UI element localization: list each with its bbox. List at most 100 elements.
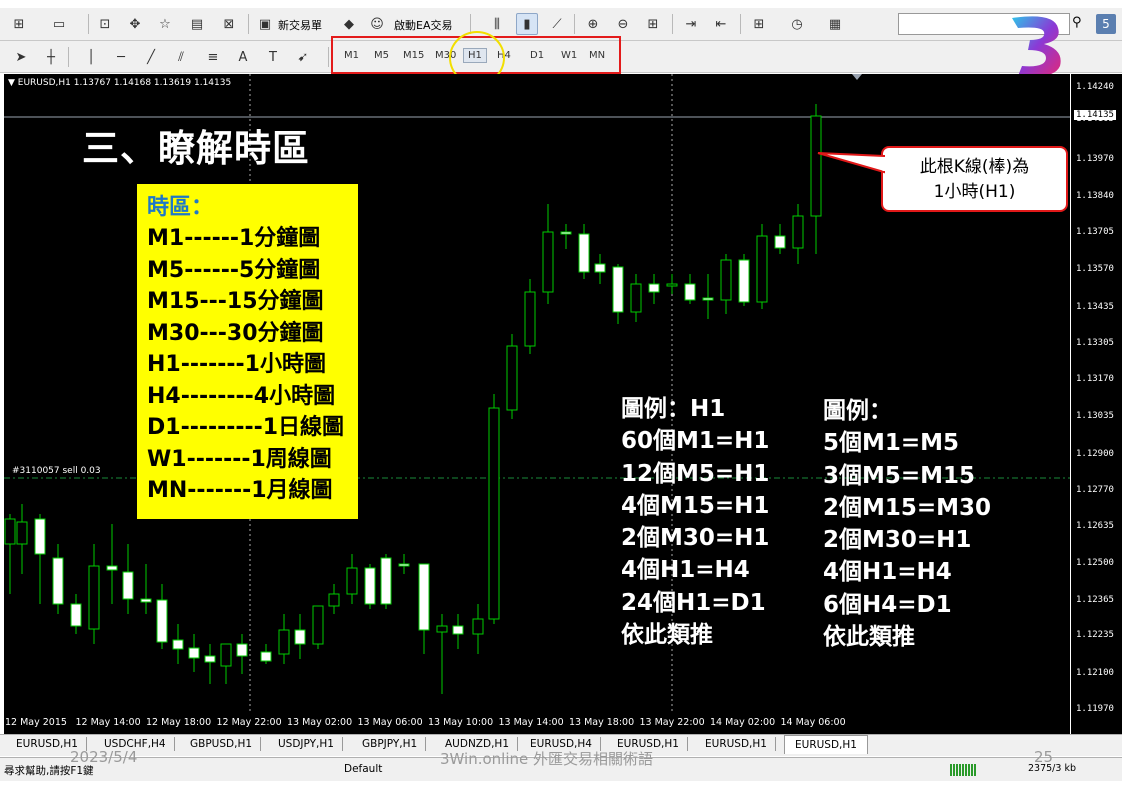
connection-bars-icon	[950, 764, 976, 776]
chart-tab[interactable]: EURUSD,H1	[784, 735, 868, 754]
text-tool[interactable]: A	[232, 46, 254, 68]
bar-chart-icon[interactable]: ⫼	[486, 13, 508, 35]
candle-body	[346, 567, 358, 595]
price-tick: 1.13435	[1076, 302, 1114, 312]
callout-line: 1小時(H1)	[933, 182, 1016, 202]
candle-body	[472, 618, 484, 635]
auto-scroll-icon[interactable]: ⇥	[680, 13, 702, 35]
price-tick: 1.12100	[1076, 668, 1114, 678]
candle-body	[328, 593, 340, 607]
trendline-icon[interactable]: ╱	[140, 46, 162, 68]
toolbar-divider	[740, 14, 741, 34]
timezone-heading: 時區：	[147, 195, 214, 220]
equidistant-channel-icon[interactable]: ⫽	[170, 46, 192, 68]
price-tick: 1.13570	[1076, 264, 1114, 274]
profiles-icon[interactable]: ▭	[48, 13, 70, 35]
candle-body	[156, 599, 168, 643]
candle-body	[70, 603, 82, 627]
horizontal-line-icon[interactable]: ─	[110, 46, 132, 68]
chart-tab[interactable]: USDJPY,H1	[270, 737, 343, 751]
price-tick: 1.13970	[1076, 154, 1114, 164]
cursor-icon[interactable]: ➤	[10, 46, 32, 68]
legend-line: 4個H1=H4	[823, 559, 952, 586]
legend-line: 24個H1=D1	[621, 589, 766, 616]
price-tick: 1.13035	[1076, 411, 1114, 421]
toolbar-divider	[328, 47, 329, 67]
time-tick: 14 May 02:00	[710, 717, 776, 728]
zoom-out-icon[interactable]: ⊖	[612, 13, 634, 35]
timezone-line: MN-------1月線圖	[147, 478, 333, 503]
text-label-icon[interactable]: T	[262, 46, 284, 68]
price-tick: 1.14240	[1076, 82, 1114, 92]
candle-body	[524, 291, 536, 347]
chart-tab[interactable]: GBPJPY,H1	[354, 737, 427, 751]
crosshair-icon[interactable]: ┼	[40, 46, 62, 68]
candle-body	[738, 259, 750, 303]
profile-name: Default	[344, 763, 383, 775]
price-tick: 1.11970	[1076, 704, 1114, 714]
candle-body	[594, 263, 606, 273]
terminal-icon[interactable]: ▤	[186, 13, 208, 35]
time-axis: 12 May 2015 12 May 14:00 12 May 18:00 12 Ma…	[4, 714, 1070, 734]
time-tick: 13 May 10:00	[428, 717, 494, 728]
legend-line: 依此類推	[823, 624, 915, 651]
chart-tab[interactable]: GBPUSD,H1	[182, 737, 262, 751]
brand-logo	[1012, 16, 1061, 77]
candle-body	[122, 571, 134, 600]
help-button[interactable]: 5	[1096, 14, 1116, 34]
candle-body	[488, 407, 500, 620]
templates-icon[interactable]: ▦	[824, 13, 846, 35]
time-tick: 12 May 22:00	[216, 717, 282, 728]
price-tick: 1.12235	[1076, 630, 1114, 640]
line-chart-icon[interactable]: ⟋	[546, 13, 568, 35]
candle-body	[720, 259, 732, 301]
new-chart-icon[interactable]: ⊞	[8, 13, 30, 35]
candle-body	[52, 557, 64, 605]
candle-body	[220, 643, 232, 667]
indicators-icon[interactable]: ⊞	[748, 13, 770, 35]
candlestick-icon[interactable]: ▮	[516, 13, 538, 35]
candle-body	[542, 231, 554, 293]
new-order-button[interactable]: 新交易單	[278, 17, 322, 33]
ea-icon[interactable]: ☺	[366, 13, 388, 35]
toolbar-divider	[672, 14, 673, 34]
tester-icon[interactable]: ⊠	[218, 13, 240, 35]
metaeditor-icon[interactable]: ◆	[338, 13, 360, 35]
search-icon[interactable]: ⚲	[1072, 15, 1082, 30]
legend-line: 依此類推	[621, 622, 713, 649]
favorites-icon[interactable]: ☆	[154, 13, 176, 35]
candle-body	[560, 231, 572, 235]
candle-body	[34, 518, 46, 555]
fibonacci-icon[interactable]: ≡	[202, 46, 224, 68]
arrows-icon[interactable]: ➹	[292, 46, 314, 68]
candle-body	[172, 639, 184, 650]
callout-line: 此根K線(棒)為	[919, 157, 1030, 177]
zoom-in-icon[interactable]: ⊕	[582, 13, 604, 35]
periods-icon[interactable]: ◷	[786, 13, 808, 35]
toolbar-divider	[574, 14, 575, 34]
vertical-line-icon[interactable]: │	[80, 46, 102, 68]
legend-line: 4個H1=H4	[621, 557, 750, 584]
price-tick: 1.13705	[1076, 227, 1114, 237]
toolbar-divider	[88, 14, 89, 34]
chart-shift-icon[interactable]: ⇤	[710, 13, 732, 35]
navigator-icon[interactable]: ✥	[124, 13, 146, 35]
candle-callout: 此根K線(棒)為 1小時(H1)	[881, 146, 1068, 212]
price-tick: 1.13305	[1076, 338, 1114, 348]
time-tick: 12 May 2015	[5, 717, 67, 728]
candle-body	[452, 625, 464, 635]
market-watch-icon[interactable]: ⊡	[94, 13, 116, 35]
candle-body	[188, 647, 200, 659]
chart-shift-marker	[852, 74, 862, 80]
candle-body	[756, 235, 768, 303]
candle-body	[260, 651, 272, 662]
candle-body	[278, 629, 290, 655]
ea-trading-button[interactable]: 啟動EA交易	[394, 17, 452, 33]
tile-windows-icon[interactable]: ⊞	[642, 13, 664, 35]
candle-body	[774, 235, 786, 249]
new-order-icon[interactable]: ▣	[254, 13, 276, 35]
chart-tab[interactable]: EURUSD,H1	[697, 737, 776, 751]
timezone-line: M1------1分鐘圖	[147, 226, 321, 251]
legend-line: 5個M1=M5	[823, 430, 960, 457]
callout-pointer	[817, 152, 886, 174]
